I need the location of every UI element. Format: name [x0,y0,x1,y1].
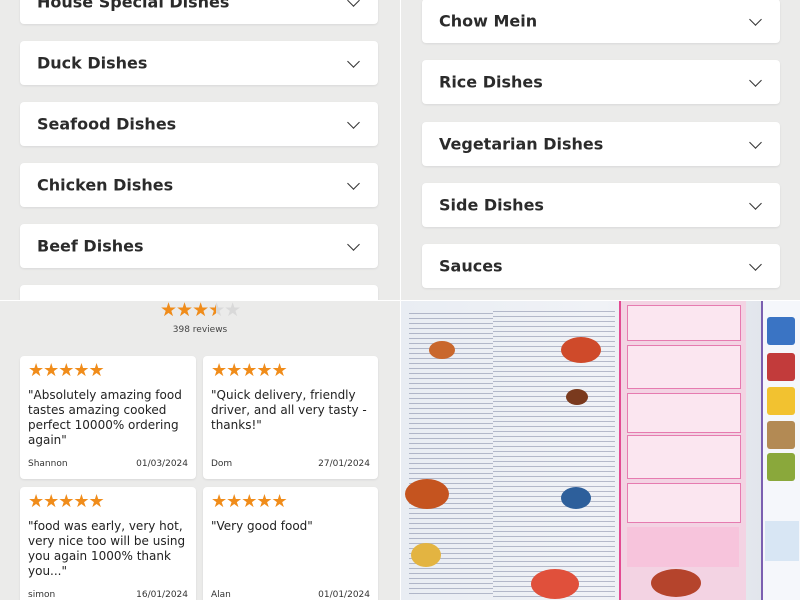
food-photo [405,479,449,509]
food-photo [566,389,588,405]
category-chicken-dishes[interactable]: Chicken Dishes [20,163,378,207]
review-count: 398 reviews [172,325,228,335]
star-icon: ★★★★★ [211,360,288,381]
drink-icon [767,387,795,415]
reviewer-name: Alan [211,590,231,600]
chevron-down-icon[interactable] [347,55,360,68]
menu-categories-right: Chow Mein Rice Dishes Vegetarian Dishes … [401,0,800,300]
star-icon-filled: ★★★★★ [160,301,216,320]
category-label: Chow Mein [439,11,538,31]
chevron-down-icon[interactable] [749,74,762,87]
review-text: "Very good food" [211,519,313,533]
review-date: 01/03/2024 [136,459,188,469]
category-label: Seafood Dishes [37,114,177,134]
menu-categories-left: House Special Dishes Duck Dishes Seafood… [0,0,400,300]
snack-icon [767,421,795,449]
category-partial[interactable] [20,285,378,300]
category-label: Chicken Dishes [37,175,174,195]
category-house-special-dishes[interactable]: House Special Dishes [20,0,378,24]
review-card[interactable]: ★★★★★ "food was early, very hot, very ni… [20,487,196,600]
average-rating-stars: ★★★★★ ★★★★★ [160,301,241,320]
review-text: "Quick delivery, friendly driver, and al… [211,388,367,432]
category-label: House Special Dishes [37,0,230,12]
drink-icon [767,353,795,381]
category-sauces[interactable]: Sauces [422,244,780,288]
review-text: "food was early, very hot, very nice too… [28,519,186,578]
category-label: Side Dishes [439,195,544,215]
chevron-down-icon[interactable] [347,177,360,190]
category-vegetarian-dishes[interactable]: Vegetarian Dishes [422,122,780,166]
category-seafood-dishes[interactable]: Seafood Dishes [20,102,378,146]
star-icon: ★★★★★ [28,491,105,512]
category-rice-dishes[interactable]: Rice Dishes [422,60,780,104]
review-date: 16/01/2024 [136,590,188,600]
chevron-down-icon[interactable] [347,116,360,129]
drinks-panel [761,301,800,600]
chevron-down-icon[interactable] [749,197,762,210]
category-label: Rice Dishes [439,72,543,92]
category-duck-dishes[interactable]: Duck Dishes [20,41,378,85]
review-card[interactable]: ★★★★★ "Quick delivery, friendly driver, … [203,356,378,479]
chevron-down-icon[interactable] [347,238,360,251]
chevron-down-icon[interactable] [749,136,762,149]
review-card[interactable]: ★★★★★ "Very good food" Alan 01/01/2024 [203,487,378,600]
set-meal-panel [619,301,746,600]
reviewer-name: Dom [211,459,233,469]
category-beef-dishes[interactable]: Beef Dishes [20,224,378,268]
food-photo [561,487,591,509]
category-side-dishes[interactable]: Side Dishes [422,183,780,227]
reviewer-name: simon [28,590,56,600]
drink-icon [767,317,795,345]
category-label: Duck Dishes [37,53,148,73]
reviews-section: ★★★★★ ★★★★★ 398 reviews ★★★★★ "Absolutel… [0,301,400,600]
star-icon: ★★★★★ [211,491,288,512]
review-date: 27/01/2024 [318,459,370,469]
review-date: 01/01/2024 [318,590,370,600]
review-text: "Absolutely amazing food tastes amazing … [28,388,182,447]
category-chow-mein[interactable]: Chow Mein [422,0,780,43]
chevron-down-icon[interactable] [347,0,360,7]
menu-photo[interactable] [401,301,800,600]
food-photo [411,543,441,567]
food-photo [561,337,601,363]
category-label: Sauces [439,256,503,276]
category-label: Beef Dishes [37,236,144,256]
category-label: Vegetarian Dishes [439,134,604,154]
star-icon: ★★★★★ [28,360,105,381]
review-card[interactable]: ★★★★★ "Absolutely amazing food tastes am… [20,356,196,479]
food-photo [531,569,579,599]
food-photo [651,569,701,597]
menu-board-image [401,301,800,600]
chevron-down-icon[interactable] [749,258,762,271]
snack-icon [767,453,795,481]
chevron-down-icon[interactable] [749,13,762,26]
food-photo [429,341,455,359]
reviewer-name: Shannon [28,459,68,469]
